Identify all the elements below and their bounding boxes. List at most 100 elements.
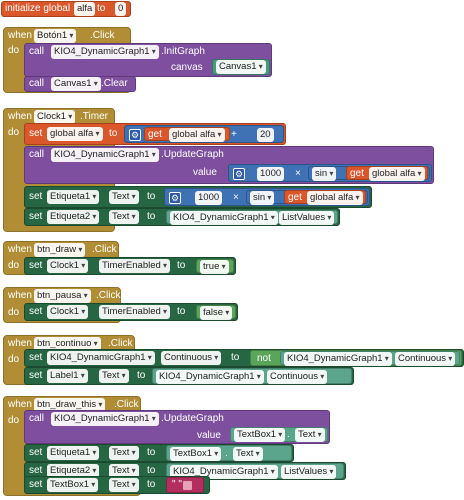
property-dropdown[interactable]: Text — [109, 446, 139, 460]
call-clear-block[interactable]: call Canvas1 .Clear — [24, 76, 136, 92]
property-dropdown[interactable]: Continuous — [161, 351, 222, 365]
gear-icon[interactable]: ⚙ — [233, 168, 245, 180]
dot-separator: . — [287, 429, 290, 440]
when-label: when — [8, 244, 32, 255]
component-dropdown[interactable]: Label1 — [47, 369, 88, 383]
call-label: call — [29, 46, 45, 57]
component-dropdown[interactable]: TextBox1 — [234, 428, 286, 442]
property-dropdown[interactable]: Text — [99, 369, 129, 383]
not-operator: not — [257, 353, 271, 364]
function-dropdown[interactable]: sin — [250, 191, 275, 205]
set-label: set — [29, 211, 43, 222]
set-label: set — [29, 479, 43, 490]
number-field[interactable]: 20 — [257, 128, 274, 142]
component-dropdown[interactable]: Clock1 — [34, 110, 76, 124]
do-label: do — [8, 127, 20, 138]
boolean-dropdown[interactable]: true — [200, 260, 229, 274]
continuous-getter[interactable]: KIO4_DynamicGraph1 . Continuous — [280, 351, 460, 366]
boolean-dropdown[interactable]: false — [200, 306, 233, 320]
get-global-alfa-block[interactable]: get global alfa — [346, 166, 428, 181]
component-dropdown[interactable]: btn_pausa — [34, 289, 91, 303]
variable-dropdown[interactable]: global alfa — [307, 191, 363, 205]
component-dropdown[interactable]: Canvas1 — [216, 60, 266, 74]
property-dropdown[interactable]: Text — [233, 447, 263, 461]
times-operator: × — [233, 192, 239, 203]
to-label: to — [137, 370, 146, 381]
property-dropdown[interactable]: Text — [295, 428, 325, 442]
number-field[interactable]: 1000 — [195, 191, 223, 205]
textbox1-text-getter[interactable]: TextBox1 . Text — [166, 445, 292, 461]
when-label: when — [8, 30, 32, 41]
continuous-getter[interactable]: KIO4_DynamicGraph1 . Continuous — [152, 368, 352, 384]
variable-name-field[interactable]: alfa — [74, 2, 96, 16]
do-label: do — [8, 415, 20, 426]
set-label: set — [29, 370, 43, 381]
component-dropdown[interactable]: KIO4_DynamicGraph1 — [156, 370, 264, 384]
property-dropdown[interactable]: Text — [109, 210, 139, 224]
component-dropdown[interactable]: KIO4_DynamicGraph1 — [47, 351, 155, 365]
event-name: .Click — [90, 30, 115, 41]
component-dropdown[interactable]: Canvas1 — [51, 77, 101, 91]
set-label: set — [29, 128, 43, 139]
component-dropdown[interactable]: KIO4_DynamicGraph1 — [284, 352, 392, 366]
component-dropdown[interactable]: Etiqueta2 — [47, 210, 100, 224]
component-dropdown[interactable]: KIO4_DynamicGraph1 — [51, 45, 159, 59]
component-dropdown[interactable]: Clock1 — [47, 305, 89, 319]
component-dropdown[interactable]: KIO4_DynamicGraph1 — [51, 412, 159, 426]
set-label: set — [29, 352, 43, 363]
dot-separator: . — [225, 448, 228, 459]
initialize-global-block[interactable]: initialize global alfa to 0 — [1, 1, 131, 17]
to-label: to — [109, 128, 118, 139]
component-dropdown[interactable]: KIO4_DynamicGraph1 — [51, 148, 159, 162]
variable-dropdown[interactable]: global alfa — [169, 128, 225, 142]
component-dropdown[interactable]: TextBox1 — [170, 447, 222, 461]
component-dropdown[interactable]: Clock1 — [47, 259, 89, 273]
listvalues-getter[interactable]: KIO4_DynamicGraph1 . ListValues — [166, 210, 338, 225]
property-dropdown[interactable]: TimerEnabled — [99, 305, 171, 319]
when-label: when — [8, 290, 32, 301]
canvas1-getter[interactable]: Canvas1 — [212, 59, 270, 75]
component-dropdown[interactable]: Etiqueta1 — [47, 446, 100, 460]
get-global-alfa-block[interactable]: get global alfa — [144, 127, 230, 142]
to-label: to — [147, 211, 156, 222]
property-dropdown[interactable]: Text — [109, 190, 139, 204]
component-dropdown[interactable]: KIO4_DynamicGraph1 — [170, 211, 278, 225]
init-value-field[interactable]: 0 — [115, 2, 127, 16]
logic-true-block[interactable]: true — [196, 259, 234, 274]
component-dropdown[interactable]: TextBox1 — [47, 478, 99, 492]
method-name: .Clear — [101, 78, 128, 89]
function-dropdown[interactable]: sin — [312, 167, 337, 181]
component-dropdown[interactable]: Botón1 — [34, 29, 77, 43]
empty-string-field[interactable] — [183, 481, 192, 490]
gear-icon[interactable]: ⚙ — [129, 129, 141, 141]
to-label: to — [177, 260, 186, 271]
method-name: .InitGraph — [161, 46, 205, 57]
call-label: call — [29, 413, 45, 424]
dot-separator: . — [273, 466, 276, 477]
property-dropdown[interactable]: ListValues — [281, 465, 337, 479]
to-label: to — [147, 447, 156, 458]
textbox1-text-getter[interactable]: TextBox1 . Text — [230, 427, 328, 442]
variable-dropdown[interactable]: global alfa — [369, 167, 425, 181]
property-dropdown[interactable]: Text — [109, 478, 139, 492]
to-label: to — [177, 306, 186, 317]
property-dropdown[interactable]: Continuous — [267, 370, 328, 384]
get-global-alfa-block[interactable]: get global alfa — [284, 190, 366, 205]
init-label: initialize global — [5, 3, 71, 14]
property-dropdown[interactable]: TimerEnabled — [99, 259, 171, 273]
set-label: set — [29, 260, 43, 271]
variable-dropdown[interactable]: global alfa — [47, 127, 103, 141]
do-label: do — [8, 45, 20, 56]
dot-separator: . — [387, 353, 390, 364]
gear-icon[interactable]: ⚙ — [169, 192, 181, 204]
property-dropdown[interactable]: Continuous — [395, 352, 456, 366]
empty-text-block[interactable]: " " — [166, 477, 204, 493]
event-name: .Click — [96, 290, 121, 301]
component-dropdown[interactable]: Etiqueta1 — [47, 190, 100, 204]
number-field[interactable]: 1000 — [257, 167, 285, 181]
property-dropdown[interactable]: ListValues — [279, 211, 335, 225]
call-label: call — [29, 78, 45, 89]
component-dropdown[interactable]: btn_draw — [34, 243, 86, 257]
get-label: get — [148, 129, 162, 140]
logic-false-block[interactable]: false — [196, 305, 236, 320]
